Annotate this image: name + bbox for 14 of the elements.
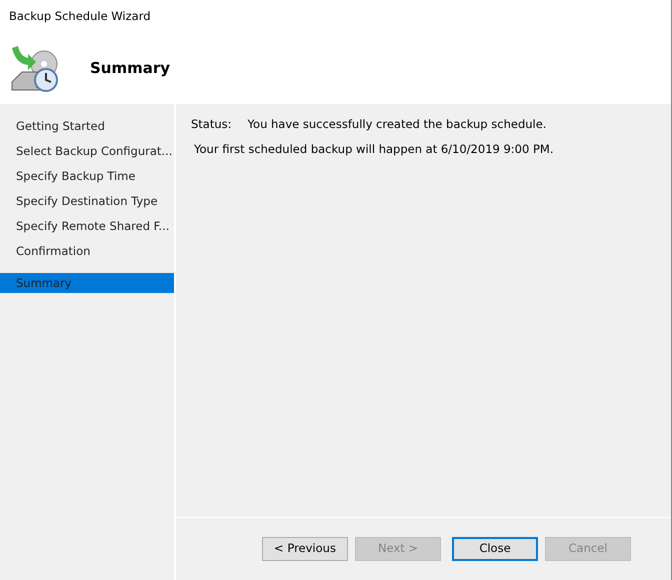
wizard-step[interactable]: Summary (0, 273, 174, 293)
status-label: Status: (191, 116, 232, 133)
wizard-button[interactable]: Close (452, 537, 538, 561)
status-text: You have successfully created the backup schedule. (248, 116, 546, 133)
wizard-step[interactable]: Getting Started (0, 117, 174, 142)
wizard-step[interactable]: Specify Remote Shared F... (0, 217, 174, 242)
wizard-step[interactable]: Confirmation (0, 242, 174, 267)
wizard-step[interactable]: Specify Destination Type (0, 192, 174, 217)
page-title: Summary (90, 59, 170, 77)
message-text: Your first scheduled backup will happen at 6/10/2019 9:00 PM. (194, 141, 554, 158)
window-title: Backup Schedule Wizard (8, 8, 152, 25)
wizard-button[interactable]: < Previous (262, 537, 348, 561)
wizard-step[interactable]: Select Backup Configurat... (0, 142, 174, 167)
wizard-step[interactable]: Specify Backup Time (0, 167, 174, 192)
